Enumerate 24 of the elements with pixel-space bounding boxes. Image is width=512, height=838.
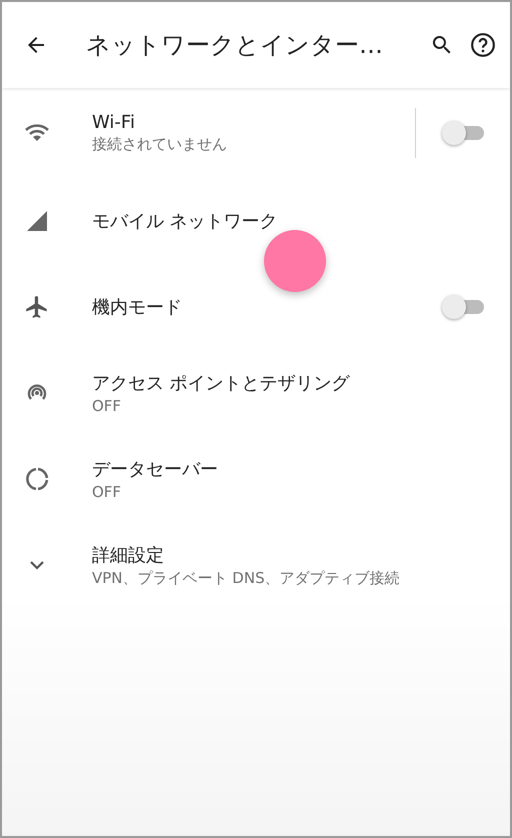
- screen-title: ネットワークとインター…: [86, 30, 384, 61]
- settings-item[interactable]: Wi-Fi 接続されていません: [2, 88, 510, 178]
- settings-item[interactable]: 詳細設定 VPN、プライベート DNS、アダプティブ接続: [2, 522, 510, 608]
- item-summary: OFF: [92, 483, 122, 501]
- help-icon: [470, 32, 496, 58]
- toggle-switch[interactable]: [442, 121, 484, 145]
- settings-item[interactable]: アクセス ポイントとテザリング OFF: [2, 350, 510, 436]
- item-summary: VPN、プライベート DNS、アダプティブ接続: [92, 568, 401, 588]
- settings-item[interactable]: モバイル ネットワーク: [2, 178, 510, 264]
- item-title: アクセス ポイントとテザリング: [92, 372, 351, 395]
- data-saver-icon: [24, 466, 50, 492]
- signal-icon: [25, 209, 49, 233]
- item-title: データセーバー: [92, 458, 219, 481]
- settings-item[interactable]: データセーバー OFF: [2, 436, 510, 522]
- airplane-icon: [24, 294, 50, 320]
- wifi-icon: [24, 123, 50, 143]
- item-title: 詳細設定: [92, 544, 165, 566]
- settings-item[interactable]: 機内モード: [2, 264, 510, 350]
- item-title: 機内モード: [92, 296, 183, 319]
- toggle-switch[interactable]: [442, 295, 484, 319]
- item-summary: 接続されていません: [92, 135, 228, 154]
- item-title: モバイル ネットワーク: [92, 210, 279, 233]
- item-title: Wi-Fi: [92, 112, 136, 133]
- item-summary: OFF: [92, 397, 122, 415]
